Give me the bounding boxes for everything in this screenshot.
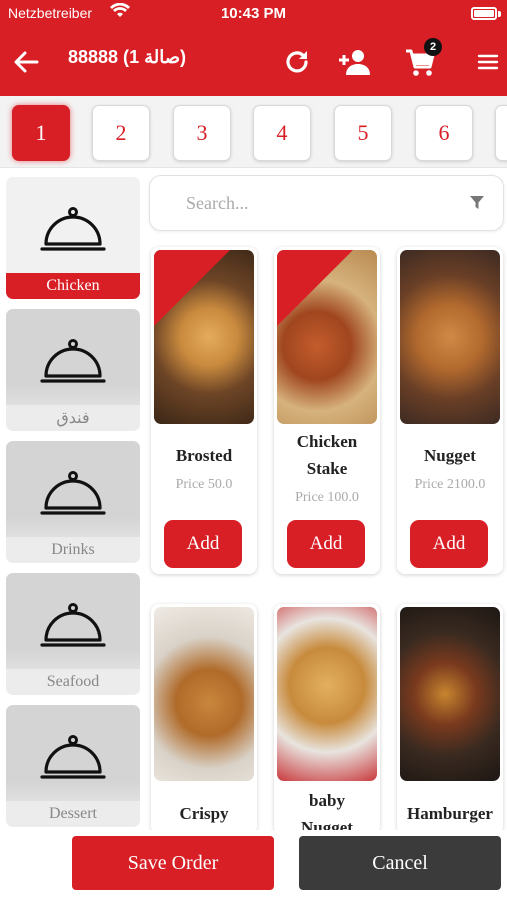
- category-label: Seafood: [6, 669, 140, 695]
- product-card-hamburger[interactable]: Hamburger: [397, 604, 503, 834]
- product-name: Chicken Stake: [296, 432, 358, 478]
- product-card-nugget[interactable]: Nugget Price 2100.0 Add: [397, 247, 503, 574]
- cloche-icon: [40, 735, 106, 779]
- table-tab-1[interactable]: 1: [12, 105, 70, 161]
- category-dessert[interactable]: Dessert: [6, 705, 140, 827]
- category-label: فندق: [6, 405, 140, 431]
- filter-icon[interactable]: [469, 194, 485, 210]
- category-seafood[interactable]: Seafood: [6, 573, 140, 695]
- product-card-crispy[interactable]: Crispy: [151, 604, 257, 834]
- cloche-icon: [40, 207, 106, 251]
- action-bar: Save Order Cancel: [0, 830, 507, 900]
- product-name: Nugget: [424, 446, 476, 465]
- product-price: Price 50.0: [175, 477, 233, 492]
- product-price: Price 100.0: [295, 490, 359, 505]
- table-tab-2[interactable]: 2: [92, 105, 150, 161]
- back-arrow-icon[interactable]: [6, 42, 46, 82]
- table-tabs: 1 2 3 4 5 6: [0, 96, 507, 168]
- category-hotel[interactable]: فندق: [6, 309, 140, 431]
- product-card-baby-nugget[interactable]: baby Nugget: [274, 604, 380, 834]
- product-image: [277, 250, 377, 424]
- table-tab-6[interactable]: 6: [415, 105, 473, 161]
- table-tab-4[interactable]: 4: [253, 105, 311, 161]
- table-tab-5[interactable]: 5: [334, 105, 392, 161]
- clock: 10:43 PM: [220, 5, 287, 22]
- cart-count-badge: 2: [424, 38, 442, 56]
- battery-icon: [471, 7, 497, 20]
- add-button[interactable]: Add: [410, 520, 488, 568]
- add-user-icon[interactable]: [335, 42, 375, 82]
- product-price: Price 2100.0: [414, 477, 486, 492]
- cloche-icon: [40, 339, 106, 383]
- category-label: Drinks: [6, 537, 140, 563]
- product-card-chicken-stake[interactable]: Chicken Stake Price 100.0 Add: [274, 247, 380, 574]
- app-header: 88888 (صالة 1) 2: [0, 30, 507, 96]
- product-name: Hamburger: [407, 804, 493, 823]
- category-drinks[interactable]: Drinks: [6, 441, 140, 563]
- category-chicken[interactable]: Chicken: [6, 177, 140, 299]
- page-title: 88888 (صالة 1): [68, 47, 186, 67]
- refresh-icon[interactable]: [277, 42, 317, 82]
- product-image: [154, 250, 254, 424]
- cancel-button[interactable]: Cancel: [299, 836, 501, 890]
- category-label: Chicken: [6, 273, 140, 299]
- cloche-icon: [40, 471, 106, 515]
- product-name: Brosted: [175, 446, 233, 465]
- status-bar: Netzbetreiber 10:43 PM: [0, 0, 507, 30]
- add-button[interactable]: Add: [164, 520, 242, 568]
- menu-icon[interactable]: [468, 42, 507, 82]
- search-input[interactable]: [186, 188, 446, 218]
- battery-tip: [498, 11, 501, 17]
- cloche-icon: [40, 603, 106, 647]
- save-order-button[interactable]: Save Order: [72, 836, 274, 890]
- add-button[interactable]: Add: [287, 520, 365, 568]
- product-image: [400, 250, 500, 424]
- product-name: Crispy: [179, 804, 229, 823]
- product-card-brosted[interactable]: Brosted Price 50.0 Add: [151, 247, 257, 574]
- cart-icon[interactable]: 2: [400, 38, 442, 82]
- category-label: Dessert: [6, 801, 140, 827]
- product-image: [400, 607, 500, 781]
- product-name: baby Nugget: [301, 791, 353, 834]
- table-tab-partial[interactable]: [495, 105, 507, 161]
- product-image: [277, 607, 377, 781]
- search-box: [149, 175, 504, 231]
- product-image: [154, 607, 254, 781]
- table-tab-3[interactable]: 3: [173, 105, 231, 161]
- featured-ribbon: [154, 250, 230, 326]
- featured-ribbon: [277, 250, 353, 326]
